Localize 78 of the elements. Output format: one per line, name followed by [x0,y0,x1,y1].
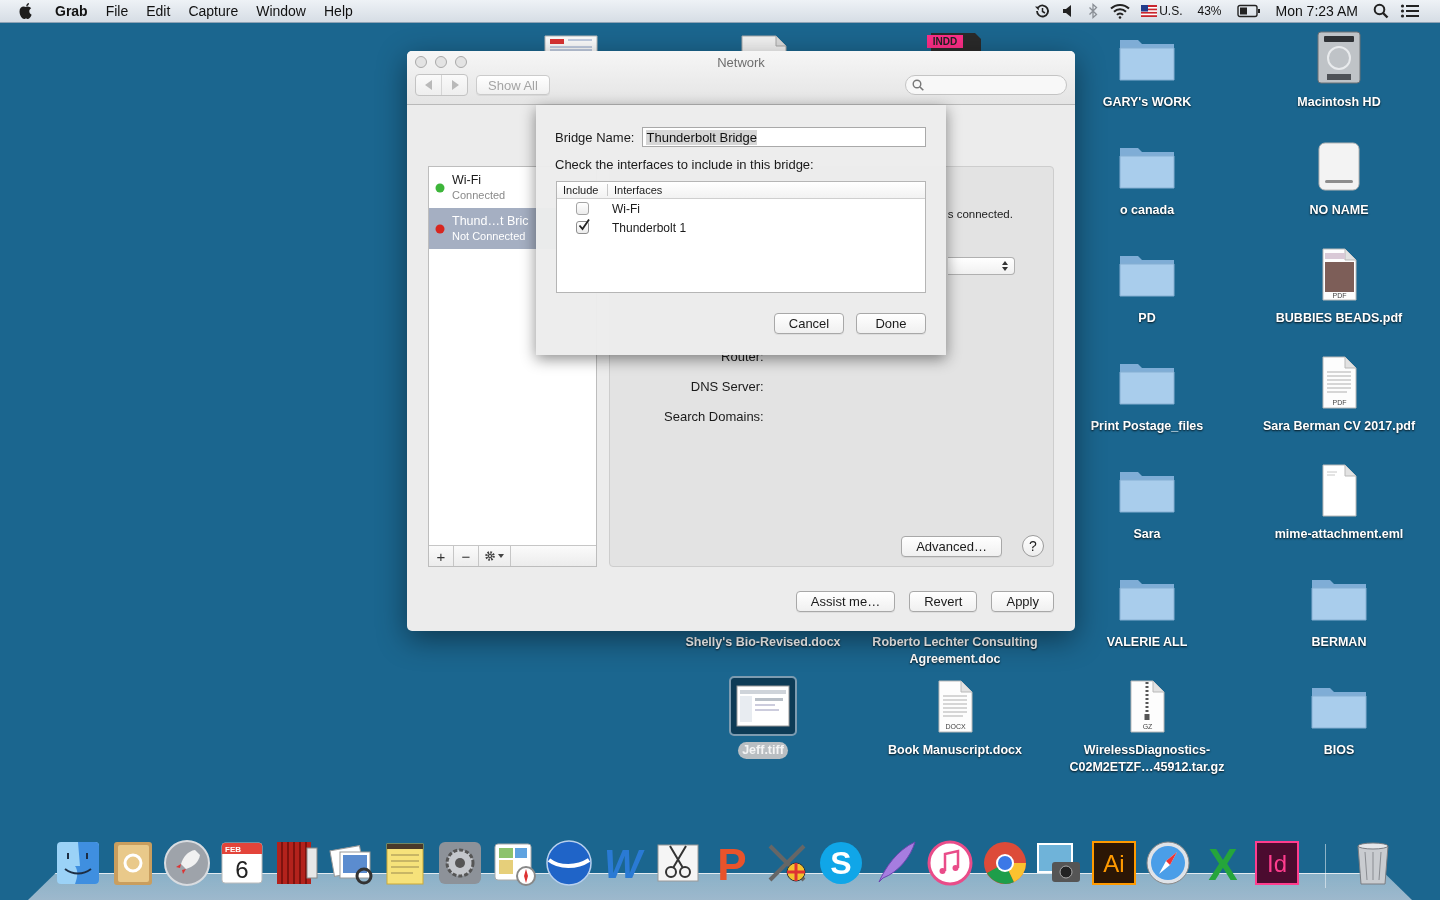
cancel-button[interactable]: Cancel [774,313,844,334]
file-name-label[interactable]: VALERIE ALL [1102,634,1192,651]
file-name-label[interactable]: o canada [1115,202,1179,219]
file-name-label[interactable]: PD [1134,310,1160,327]
left-arrow-icon [424,80,433,90]
history-icon[interactable] [1033,2,1052,20]
file-name-label[interactable]: WirelessDiagnostics-C02M2ETZF…45912.tar.gz [1052,742,1242,776]
file-type-label: INDD [932,36,958,47]
file-name-label[interactable]: Roberto Lechter Consulting Agreement.doc [860,634,1050,668]
bluetooth-icon[interactable] [1087,3,1100,19]
file-name-label[interactable]: GARY's WORK [1098,94,1196,111]
menu-item[interactable]: File [96,0,138,22]
revert-button[interactable]: Revert [909,591,978,612]
column-header[interactable]: Include [557,184,608,196]
file-name-label[interactable]: Sara [1129,526,1165,543]
service-status: Connected [452,188,506,202]
service-name: Thund…t Bric [452,214,529,229]
field-label: Router: [721,348,764,366]
file-name-label[interactable]: Sara Berman CV 2017.pdf [1258,418,1420,435]
apply-button[interactable]: Apply [991,591,1054,612]
interface-name: Wi-Fi [611,201,640,216]
compass-icon[interactable] [1143,838,1193,888]
file-name-label[interactable]: BERMAN [1307,634,1371,651]
file-name-label[interactable]: BUBBIES BEADS.pdf [1271,310,1407,327]
file-name-label[interactable]: Shelly's Bio-Revised.docx [681,634,845,651]
up-down-arrows-icon [1000,260,1009,272]
apple-icon[interactable] [18,2,34,20]
gear-icon [483,550,506,562]
menu-item[interactable]: Edit [137,0,180,22]
menu-item[interactable]: Window [247,0,315,22]
search-icon [912,79,924,91]
checkbox[interactable] [576,202,589,215]
rocket-icon[interactable] [162,838,212,888]
checkbox[interactable] [576,221,589,234]
status-text: s connected. [947,207,1014,221]
file-name-label[interactable]: Book Manuscript.docx [883,742,1026,759]
field-label: Search Domains: [664,408,764,426]
image-thumbnail-icon[interactable] [731,678,795,734]
done-button[interactable]: Done [856,313,926,334]
music-note-icon[interactable] [925,838,975,888]
menu-item[interactable]: Capture [179,0,248,22]
interface-name: Thunderbolt 1 [611,220,687,235]
right-arrow-icon [450,80,459,90]
remove-button[interactable]: − [454,546,479,566]
search-icon[interactable] [1373,3,1389,19]
search-field[interactable] [905,75,1067,95]
assist-button[interactable]: Assist me… [795,591,896,612]
file-name-label[interactable]: NO NAME [1305,202,1373,219]
globe-icon[interactable] [543,838,594,888]
text-field[interactable]: Thunderbolt Bridge [642,127,926,147]
flag-icon [1141,5,1158,17]
input-source-menu[interactable]: U.S. [1141,4,1183,18]
advanced-button[interactable]: Advanced… [901,535,1002,557]
file-name-label[interactable]: Macintosh HD [1293,94,1385,111]
file-name-label[interactable]: Print Postage_files [1086,418,1208,435]
help-button[interactable]: ? [1022,535,1044,557]
battery-icon[interactable] [1236,4,1261,18]
battery-percentage[interactable]: 43% [1197,0,1222,22]
prompt-text: Check the interfaces to include in this bridge: [555,157,815,173]
file-name-label[interactable]: mime-attachment.eml [1270,526,1408,543]
calendar-day: 6 [234,856,249,883]
clock[interactable]: Mon 7:23 AM [1275,0,1358,22]
wifi-icon[interactable] [1110,3,1131,19]
input-source-label: U.S. [1159,4,1183,18]
menu-item[interactable]: Grab [46,0,97,22]
id-app-icon[interactable]: Id [1252,838,1302,888]
calendar-month: FEB [224,845,241,854]
column-header[interactable]: Interfaces [608,184,663,196]
field-label: DNS Server: [690,378,764,396]
service-status: Not Connected [452,229,527,243]
menu-item[interactable]: Help [315,0,362,22]
field-label: Bridge Name: [555,129,635,145]
list-icon[interactable] [1400,3,1420,19]
popup-button[interactable] [947,257,1015,275]
file-name-label[interactable]: BIOS [1319,742,1359,759]
add-button[interactable]: + [429,546,454,566]
window-title: Network [717,54,765,70]
service-name: Wi-Fi [452,173,483,188]
